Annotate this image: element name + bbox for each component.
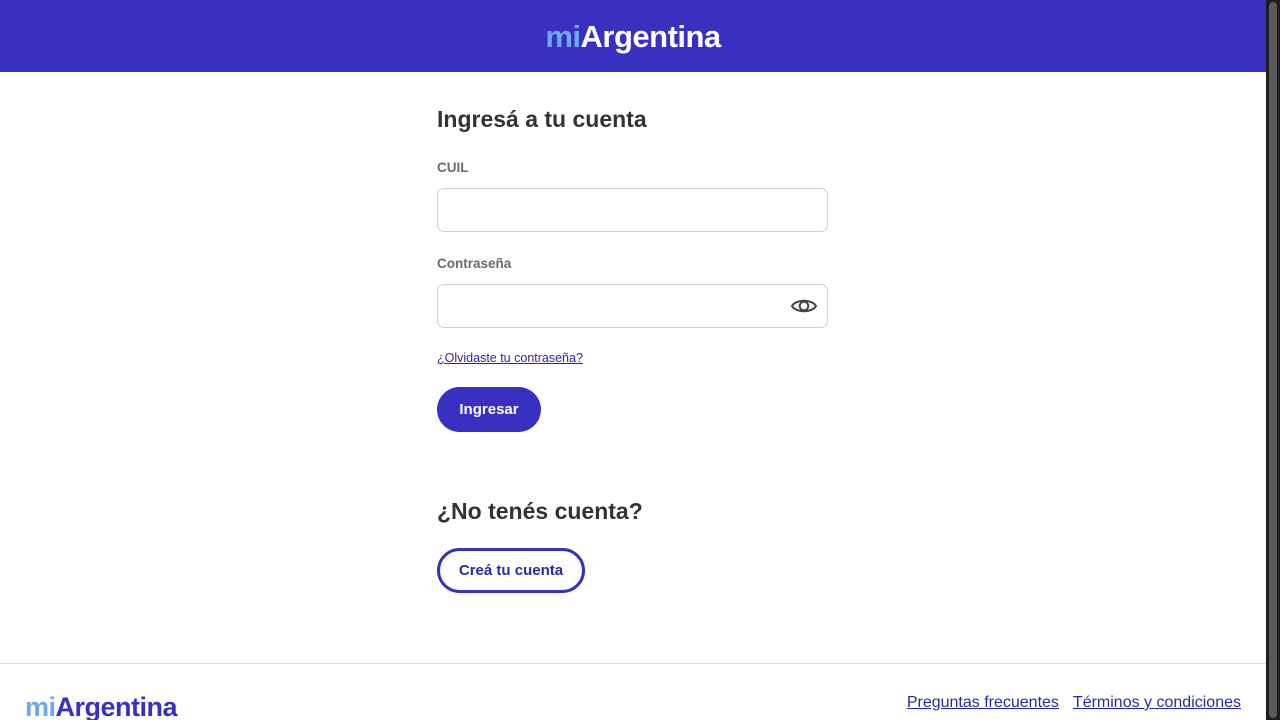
show-password-button[interactable] <box>787 291 821 321</box>
terms-link[interactable]: Términos y condiciones <box>1073 694 1241 712</box>
footer: miArgentina Preguntas frecuentes Término… <box>0 663 1266 720</box>
logo-name: Argentina <box>580 18 722 54</box>
footer-logo-prefix: mi <box>25 692 56 720</box>
top-header: miArgentina <box>0 0 1266 72</box>
footer-logo[interactable]: miArgentina <box>25 692 178 720</box>
page: miArgentina Ingresá a tu cuenta CUIL Con… <box>0 0 1266 720</box>
scrollbar-thumb[interactable] <box>1269 2 1277 718</box>
header-logo[interactable]: miArgentina <box>545 18 722 54</box>
vertical-scrollbar[interactable] <box>1266 0 1280 720</box>
eye-icon <box>790 299 818 313</box>
password-label: Contraseña <box>437 256 512 271</box>
login-title: Ingresá a tu cuenta <box>437 106 647 132</box>
logo-prefix: mi <box>545 18 581 54</box>
cuil-label: CUIL <box>437 160 469 175</box>
footer-logo-name: Argentina <box>55 692 178 720</box>
create-account-button[interactable]: Creá tu cuenta <box>437 548 585 593</box>
forgot-password-link[interactable]: ¿Olvidaste tu contraseña? <box>437 351 583 365</box>
login-button[interactable]: Ingresar <box>437 387 541 432</box>
password-input[interactable] <box>437 284 828 328</box>
faq-link[interactable]: Preguntas frecuentes <box>907 694 1059 712</box>
cuil-input[interactable] <box>437 188 828 232</box>
browser-viewport: miArgentina Ingresá a tu cuenta CUIL Con… <box>0 0 1280 720</box>
signup-title: ¿No tenés cuenta? <box>437 498 643 524</box>
footer-links: Preguntas frecuentes Términos y condicio… <box>907 694 1241 712</box>
